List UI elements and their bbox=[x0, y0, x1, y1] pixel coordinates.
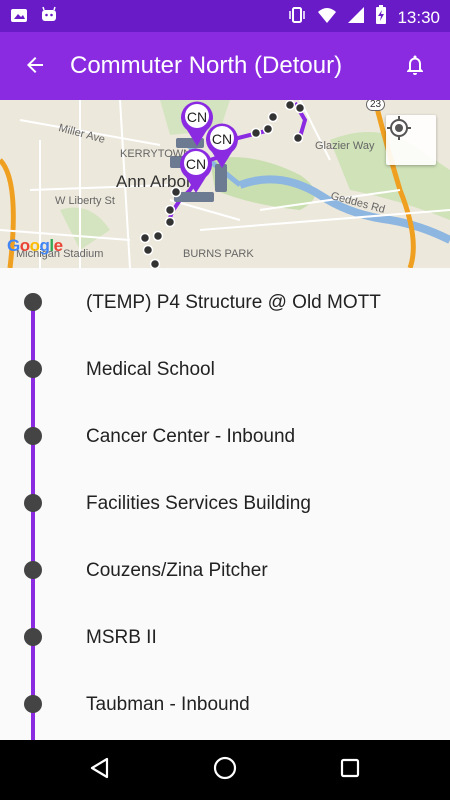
home-circle-icon bbox=[212, 755, 238, 786]
stop-dot bbox=[24, 561, 42, 579]
signal-icon bbox=[347, 6, 365, 29]
stop-name: Taubman - Inbound bbox=[86, 694, 250, 715]
status-time: 13:30 bbox=[397, 7, 440, 27]
notification-button[interactable] bbox=[398, 50, 432, 84]
android-notification-icon bbox=[40, 6, 58, 29]
list-item[interactable]: Cancer Center - Inbound bbox=[0, 402, 450, 469]
stop-dot bbox=[24, 695, 42, 713]
list-item[interactable]: Medical School bbox=[0, 335, 450, 402]
stop-dot bbox=[24, 628, 42, 646]
stop-dot bbox=[24, 494, 42, 512]
stop-name: Couzens/Zina Pitcher bbox=[86, 560, 268, 581]
map-label-burns: BURNS PARK bbox=[183, 248, 254, 260]
nav-home-button[interactable] bbox=[210, 755, 240, 785]
list-item[interactable]: MSRB II bbox=[0, 603, 450, 670]
system-nav-bar bbox=[0, 740, 450, 800]
map-label-liberty: W Liberty St bbox=[55, 195, 115, 207]
list-item[interactable]: Facilities Services Building bbox=[0, 469, 450, 536]
stop-name: Cancer Center - Inbound bbox=[86, 426, 296, 447]
stop-dot bbox=[24, 427, 42, 445]
vibrate-icon bbox=[287, 5, 307, 30]
status-bar: 13:30 bbox=[0, 0, 450, 32]
list-item[interactable]: Couzens/Zina Pitcher bbox=[0, 536, 450, 603]
page-title: Commuter North (Detour) bbox=[70, 52, 343, 79]
nav-back-button[interactable] bbox=[85, 755, 115, 785]
stop-list: (TEMP) P4 Structure @ Old MOTT Medical S… bbox=[0, 268, 450, 740]
highway-shield: 23 bbox=[366, 100, 386, 111]
stop-name: (TEMP) P4 Structure @ Old MOTT bbox=[86, 292, 381, 313]
photo-notification-icon bbox=[10, 6, 28, 29]
stop-dot bbox=[24, 360, 42, 378]
stop-name: Medical School bbox=[86, 359, 215, 380]
arrow-back-icon bbox=[23, 53, 47, 82]
nav-recents-button[interactable] bbox=[335, 755, 365, 785]
google-logo: Google bbox=[7, 236, 63, 255]
route-map[interactable]: Miller Ave KERRYTOWN Ann Arbor W Liberty… bbox=[0, 100, 450, 268]
route-marker[interactable]: CN bbox=[178, 147, 214, 193]
my-location-button[interactable] bbox=[386, 115, 436, 165]
battery-charging-icon bbox=[375, 5, 387, 30]
stop-name: MSRB II bbox=[86, 627, 157, 648]
recents-square-icon bbox=[338, 756, 362, 785]
list-item[interactable]: (TEMP) P4 Structure @ Old MOTT bbox=[0, 268, 450, 335]
wifi-icon bbox=[317, 5, 337, 30]
back-triangle-icon bbox=[88, 756, 112, 785]
notification-bell-icon bbox=[403, 53, 427, 82]
stop-dot bbox=[24, 293, 42, 311]
app-bar: Commuter North (Detour) bbox=[0, 32, 450, 100]
back-button[interactable] bbox=[18, 50, 52, 84]
stop-name: Facilities Services Building bbox=[86, 493, 311, 514]
map-label-glazier: Glazier Way bbox=[315, 140, 375, 152]
list-item[interactable]: Taubman - Inbound bbox=[0, 670, 450, 737]
